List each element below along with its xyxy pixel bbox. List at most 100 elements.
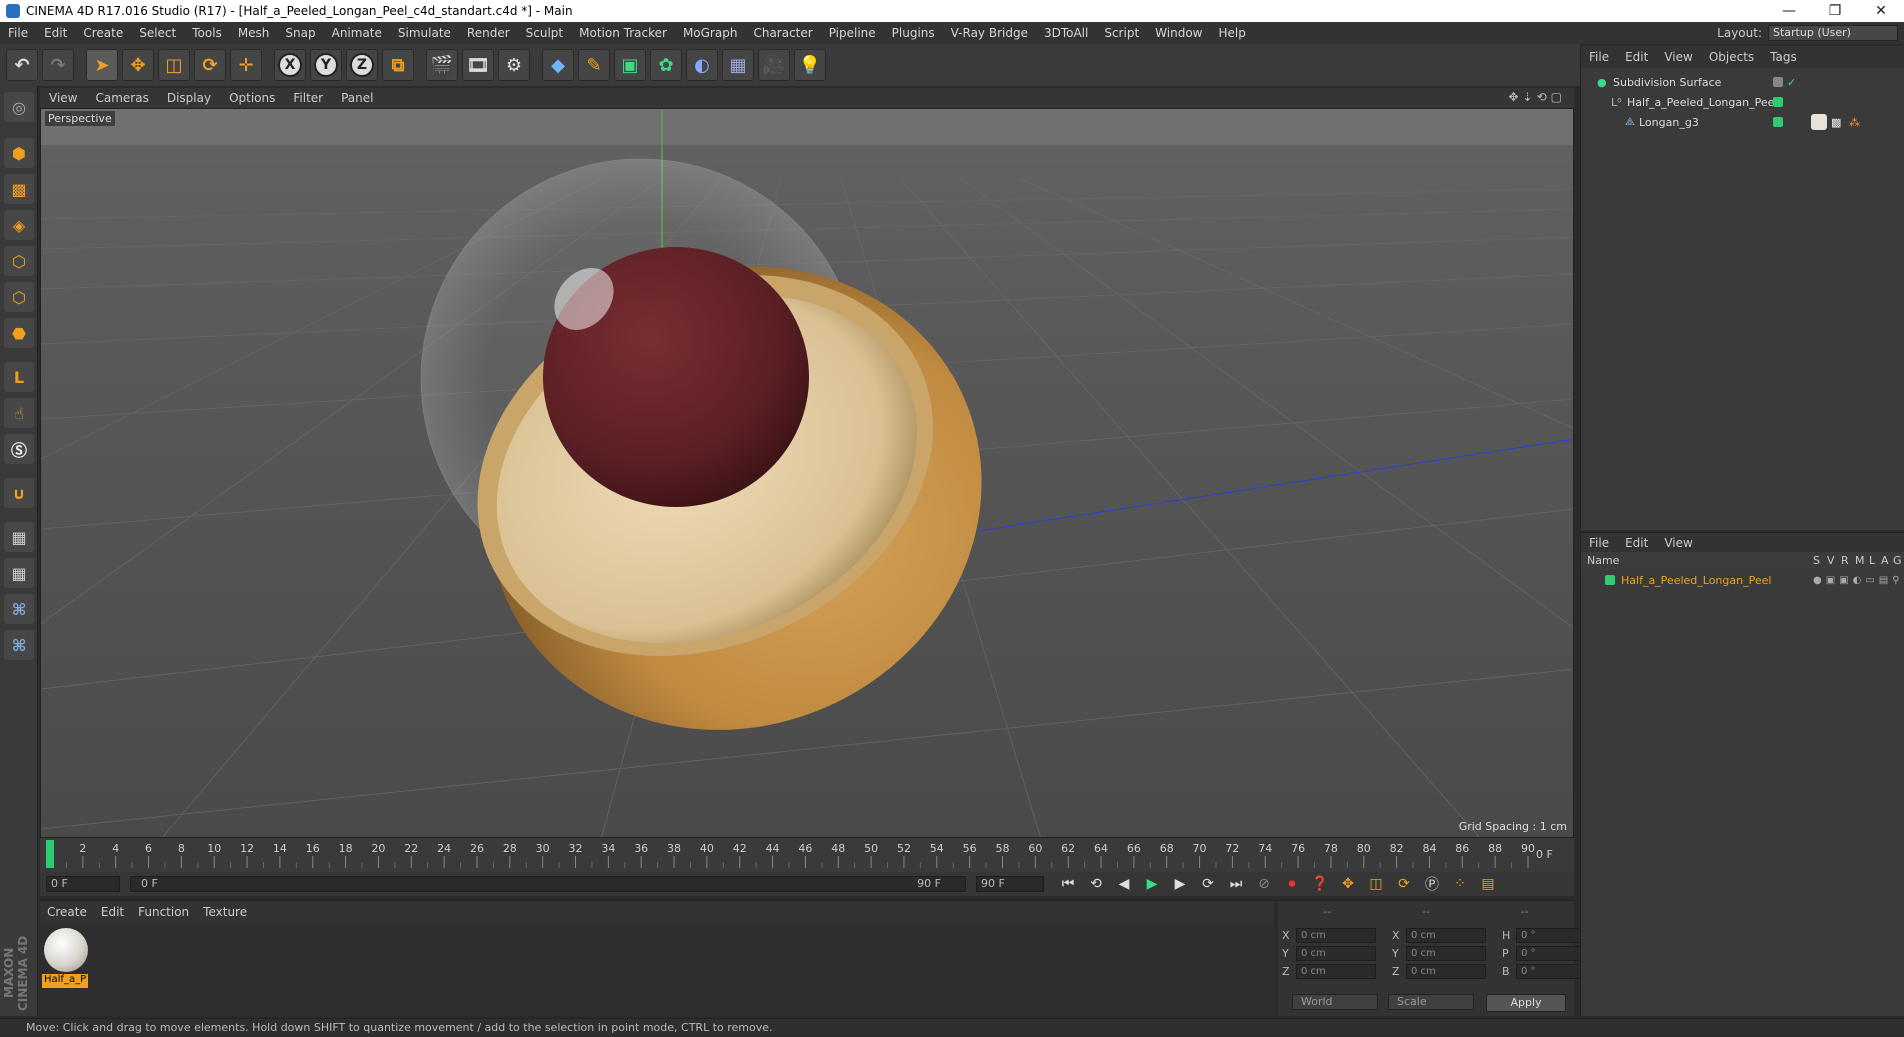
lock-x-axis-button[interactable]: X: [274, 49, 306, 81]
layout-dropdown[interactable]: Startup (User): [1768, 25, 1898, 41]
material-name-label[interactable]: Half_a_P: [42, 974, 88, 988]
viewport-menu-filter[interactable]: Filter: [284, 91, 332, 105]
key-pla-icon[interactable]: ⁘: [1448, 872, 1472, 896]
next-keyframe-icon[interactable]: ⟳: [1196, 872, 1220, 896]
layer-row[interactable]: Half_a_Peeled_Longan_Peel ●▣▣◐▭▤⚲: [1581, 570, 1904, 590]
apply-button[interactable]: Apply: [1486, 994, 1566, 1012]
3d-viewport[interactable]: Perspective Grid Spacing : 1 cm: [40, 108, 1574, 838]
menu-tools[interactable]: Tools: [184, 26, 230, 40]
timeline-window-icon[interactable]: ▤: [1476, 872, 1500, 896]
close-button[interactable]: ✕: [1858, 3, 1904, 19]
workplane-mode-icon[interactable]: ◈: [4, 210, 34, 240]
material-menu-function[interactable]: Function: [131, 905, 196, 919]
layer-name[interactable]: Half_a_Peeled_Longan_Peel: [1621, 574, 1771, 587]
menu-motion-tracker[interactable]: Motion Tracker: [571, 26, 675, 40]
axis-mode-icon[interactable]: L: [4, 362, 34, 392]
viewport-menu-display[interactable]: Display: [158, 91, 220, 105]
menu-file[interactable]: File: [0, 26, 36, 40]
go-to-start-icon[interactable]: ⏮: [1056, 872, 1080, 896]
rotate-tool-icon[interactable]: ⟳: [194, 49, 226, 81]
previous-keyframe-icon[interactable]: ⟲: [1084, 872, 1108, 896]
lock-y-axis-button[interactable]: Y: [310, 49, 342, 81]
magnet-icon[interactable]: ∪: [4, 478, 34, 508]
viewport-nav-icons[interactable]: ✥⇣⟲▢: [1508, 90, 1566, 104]
previous-frame-icon[interactable]: ◀: [1112, 872, 1136, 896]
maximize-button[interactable]: ❐: [1812, 3, 1858, 19]
lock-z-axis-button[interactable]: Z: [346, 49, 378, 81]
workplane-lock-icon[interactable]: ▦: [4, 522, 34, 552]
object-row-subdivision-surface[interactable]: ● Subdivision Surface ✓: [1581, 72, 1904, 92]
viewport-menu-view[interactable]: View: [40, 91, 86, 105]
layer-menu-view[interactable]: View: [1656, 536, 1700, 550]
polygons-mode-icon[interactable]: ⬣: [4, 318, 34, 348]
light-icon[interactable]: 💡: [794, 49, 826, 81]
camera-icon[interactable]: 🎥: [758, 49, 790, 81]
record-keys-icon[interactable]: ⊘: [1252, 872, 1276, 896]
undo-icon[interactable]: ↶: [6, 49, 38, 81]
material-thumbnail[interactable]: [44, 928, 88, 972]
key-position-icon[interactable]: ✥: [1336, 872, 1360, 896]
tweak-mode-icon[interactable]: ☝: [4, 398, 34, 428]
size-y-field[interactable]: 0 cm: [1406, 946, 1486, 961]
object-menu-tags[interactable]: Tags: [1762, 50, 1805, 64]
position-z-field[interactable]: 0 cm: [1296, 964, 1376, 979]
menu-vray-bridge[interactable]: V-Ray Bridge: [943, 26, 1036, 40]
viewport-menu-options[interactable]: Options: [220, 91, 284, 105]
menu-plugins[interactable]: Plugins: [884, 26, 943, 40]
size-x-field[interactable]: 0 cm: [1406, 928, 1486, 943]
make-editable-icon[interactable]: ◎: [4, 92, 34, 122]
render-picture-viewer-icon[interactable]: 🎞: [462, 49, 494, 81]
object-menu-file[interactable]: File: [1581, 50, 1617, 64]
menu-script[interactable]: Script: [1096, 26, 1147, 40]
uvw-tag-icon[interactable]: ⁂: [1849, 116, 1860, 129]
menu-edit[interactable]: Edit: [36, 26, 75, 40]
menu-create[interactable]: Create: [75, 26, 131, 40]
menu-mesh[interactable]: Mesh: [230, 26, 278, 40]
python-script-2-icon[interactable]: ⌘: [4, 630, 34, 660]
select-arrow-icon[interactable]: ➤: [86, 49, 118, 81]
layer-color-swatch[interactable]: [1605, 575, 1615, 585]
start-frame-field[interactable]: 0 F: [46, 876, 120, 892]
layer-flag-icons[interactable]: ●▣▣◐▭▤⚲: [1813, 575, 1904, 586]
enabled-check-icon[interactable]: ✓: [1787, 76, 1796, 89]
menu-animate[interactable]: Animate: [324, 26, 390, 40]
menu-character[interactable]: Character: [745, 26, 820, 40]
texture-mode-icon[interactable]: ▩: [4, 174, 34, 204]
object-row-longan[interactable]: ⟁ Longan_g3 ▩ ⁂: [1581, 112, 1904, 132]
play-icon[interactable]: ▶: [1140, 872, 1164, 896]
scale-tool-icon[interactable]: ◫: [158, 49, 190, 81]
timeline-ruler[interactable]: 0246810121416182022242628303234363840424…: [40, 838, 1574, 872]
go-to-end-icon[interactable]: ⏭: [1224, 872, 1248, 896]
material-menu-texture[interactable]: Texture: [196, 905, 254, 919]
key-rotation-icon[interactable]: ⟳: [1392, 872, 1416, 896]
edges-mode-icon[interactable]: ⬡: [4, 282, 34, 312]
layer-menu-edit[interactable]: Edit: [1617, 536, 1656, 550]
subdivision-generator-icon[interactable]: ▣: [614, 49, 646, 81]
workplane-grid-icon[interactable]: ▦: [4, 558, 34, 588]
menu-3dtoall[interactable]: 3DToAll: [1036, 26, 1096, 40]
cube-primitive-icon[interactable]: ◆: [542, 49, 574, 81]
floor-scene-icon[interactable]: ▦: [722, 49, 754, 81]
redo-icon[interactable]: ↷: [42, 49, 74, 81]
transform-tool-icon[interactable]: ✛: [230, 49, 262, 81]
menu-pipeline[interactable]: Pipeline: [821, 26, 884, 40]
menu-mograph[interactable]: MoGraph: [675, 26, 746, 40]
render-view-icon[interactable]: 🎬: [426, 49, 458, 81]
material-tag-icon[interactable]: [1811, 114, 1827, 130]
viewport-menu-cameras[interactable]: Cameras: [86, 91, 157, 105]
menu-window[interactable]: Window: [1147, 26, 1210, 40]
layer-menu-file[interactable]: File: [1581, 536, 1617, 550]
deformer-icon[interactable]: ◐: [686, 49, 718, 81]
mograph-cloner-icon[interactable]: ✿: [650, 49, 682, 81]
key-scale-icon[interactable]: ◫: [1364, 872, 1388, 896]
render-settings-icon[interactable]: ⚙: [498, 49, 530, 81]
position-y-field[interactable]: 0 cm: [1296, 946, 1376, 961]
python-script-icon[interactable]: ⌘: [4, 594, 34, 624]
frame-range-slider[interactable]: 0 F 90 F: [130, 876, 966, 892]
menu-select[interactable]: Select: [131, 26, 184, 40]
model-mode-icon[interactable]: ⬢: [4, 138, 34, 168]
material-menu-edit[interactable]: Edit: [94, 905, 131, 919]
object-menu-view[interactable]: View: [1656, 50, 1700, 64]
spline-pen-icon[interactable]: ✎: [578, 49, 610, 81]
viewport-menu-panel[interactable]: Panel: [332, 91, 382, 105]
